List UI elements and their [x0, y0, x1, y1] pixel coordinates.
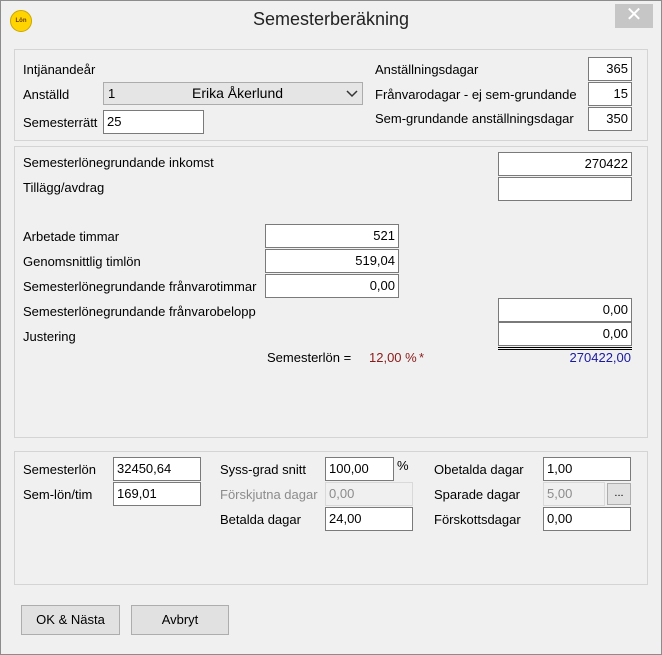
franvarotimmar-label: Semesterlönegrundande frånvarotimmar [23, 279, 257, 294]
arbetade-label: Arbetade timmar [23, 229, 120, 244]
betalda-field[interactable]: 24,00 [325, 507, 413, 531]
betalda-label: Betalda dagar [220, 512, 301, 527]
semlontim-field[interactable]: 169,01 [113, 482, 201, 506]
title-bar: Lön Semesterberäkning ✕ [1, 1, 661, 37]
semesterlon-field[interactable]: 32450,64 [113, 457, 201, 481]
close-button[interactable]: ✕ [615, 4, 653, 28]
forskott-field[interactable]: 0,00 [543, 507, 631, 531]
timlon-label: Genomsnittlig timlön [23, 254, 141, 269]
franvarobelopp-field[interactable]: 0,00 [498, 298, 632, 322]
employee-select[interactable]: 1 Erika Åkerlund [103, 82, 363, 105]
timlon-field[interactable]: 519,04 [265, 249, 399, 273]
sparade-field: 5,00 [543, 482, 605, 506]
syssgrad-field[interactable]: 100,00 [325, 457, 394, 481]
semesterlon-star: * [419, 350, 425, 365]
justering-field[interactable]: 0,00 [498, 322, 632, 346]
forskjutna-field: 0,00 [325, 482, 413, 506]
arbetade-field[interactable]: 521 [265, 224, 399, 248]
syssgrad-unit: % [397, 458, 409, 473]
semesterlon-percent: 12,00 % [369, 350, 417, 365]
anstallningsdagar-label: Anställningsdagar [375, 62, 479, 77]
sum-line [498, 347, 632, 348]
intjanandear-label: Intjänandeår [23, 62, 96, 77]
sparade-label: Sparade dagar [434, 487, 521, 502]
anstalld-label: Anställd [23, 87, 70, 102]
semesterlon-calc-label: Semesterlön = [267, 350, 352, 365]
dialog-title: Semesterberäkning [252, 9, 410, 29]
obetalda-label: Obetalda dagar [434, 462, 524, 477]
justering-label: Justering [23, 329, 76, 344]
dialog-window: Lön Semesterberäkning ✕ Intjänandeår Ans… [0, 0, 662, 655]
semgrundande-label: Sem-grundande anställningsdagar [375, 111, 574, 126]
semesterlon-label: Semesterlön [23, 462, 96, 477]
semesterratt-label: Semesterrätt [23, 115, 98, 130]
franvarobelopp-label: Semesterlönegrundande frånvarobelopp [23, 304, 256, 319]
tillagg-field[interactable] [498, 177, 632, 201]
syssgrad-label: Syss-grad snitt [220, 462, 306, 477]
forskott-label: Förskottsdagar [434, 512, 521, 527]
inkomst-label: Semesterlönegrundande inkomst [23, 155, 214, 170]
obetalda-field[interactable]: 1,00 [543, 457, 631, 481]
franvarodagar-field[interactable]: 15 [588, 82, 632, 106]
semesterlon-total: 270422,00 [569, 350, 631, 365]
sparade-browse-button[interactable]: ... [607, 483, 631, 505]
inkomst-field[interactable]: 270422 [498, 152, 632, 176]
anstallningsdagar-field[interactable]: 365 [588, 57, 632, 81]
chevron-down-icon [346, 90, 358, 98]
cancel-button[interactable]: Avbryt [131, 605, 229, 635]
forskjutna-label: Förskjutna dagar [220, 487, 318, 502]
semlontim-label: Sem-lön/tim [23, 487, 93, 502]
semgrundande-field[interactable]: 350 [588, 107, 632, 131]
semesterratt-field[interactable]: 25 [103, 110, 204, 134]
employee-number: 1 [108, 86, 116, 101]
franvarotimmar-field[interactable]: 0,00 [265, 274, 399, 298]
tillagg-label: Tillägg/avdrag [23, 180, 105, 195]
franvarodagar-label: Frånvarodagar - ej sem-grundande [375, 87, 577, 102]
employee-name: Erika Åkerlund [192, 85, 284, 101]
ok-next-button[interactable]: OK & Nästa [21, 605, 120, 635]
